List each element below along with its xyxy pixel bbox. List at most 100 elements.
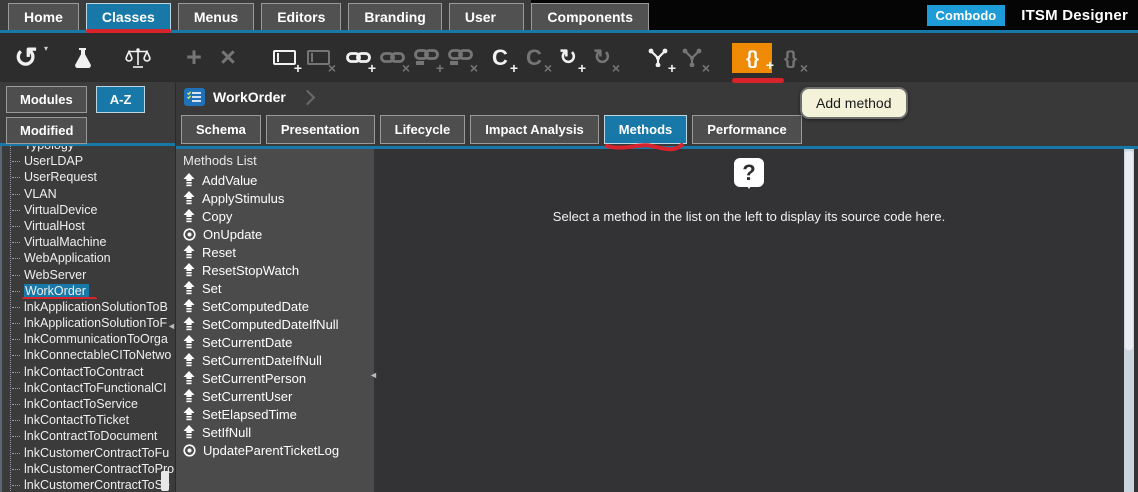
class-item-lnkcustomercontracttopro[interactable]: lnkCustomerContractToPro [12, 461, 175, 477]
class-item-workorder[interactable]: WorkOrder [12, 283, 175, 299]
scrollbar-thumb[interactable] [1125, 151, 1133, 350]
tab-methods[interactable]: Methods [604, 115, 687, 144]
method-item-setifnull[interactable]: SetIfNull [176, 423, 374, 441]
class-item-lnkcontacttoservice[interactable]: lnkContactToService [12, 396, 175, 412]
class-item-lnkconnectablecitonetwo[interactable]: lnkConnectableCIToNetwo [12, 347, 175, 363]
tab-impact-analysis[interactable]: Impact Analysis [470, 115, 599, 144]
nav-tab-branding[interactable]: Branding [348, 3, 441, 30]
sidebar-tab-modules[interactable]: Modules [6, 86, 87, 113]
add-link-button[interactable]: + [342, 40, 374, 76]
collapse-methods-handle[interactable]: ◄ [369, 371, 378, 380]
class-tree: TypologyUserLDAPUserRequestVLANVirtualDe… [10, 146, 175, 492]
toolbar: ↺▾+×+×+×+×C+C×↻+↻×+×{}+{}× [0, 33, 1138, 82]
class-item-lnkcustomercontracttose[interactable]: lnkCustomerContractToSe [12, 477, 175, 492]
nav-tab-editors[interactable]: Editors [261, 3, 341, 30]
method-name: SetComputedDate [202, 299, 309, 314]
sidebar-scrollbar-thumb[interactable] [161, 471, 169, 491]
dropdown-caret-icon[interactable]: ▾ [44, 44, 48, 53]
sidebar-tab-a-z[interactable]: A-Z [96, 86, 146, 113]
class-icon [184, 88, 205, 106]
method-item-setcomputeddate[interactable]: SetComputedDate [176, 297, 374, 315]
add-stimulus-button[interactable]: C+ [484, 40, 516, 76]
tab-lifecycle[interactable]: Lifecycle [380, 115, 466, 144]
add-field-button[interactable]: + [268, 40, 300, 76]
class-item-virtualmachine[interactable]: VirtualMachine [12, 234, 175, 250]
content-area: WorkOrder SchemaPresentationLifecycleImp… [176, 82, 1138, 492]
method-item-reset[interactable]: Reset [176, 243, 374, 261]
method-arrow-icon [183, 299, 195, 313]
method-item-resetstopwatch[interactable]: ResetStopWatch [176, 261, 374, 279]
method-arrow-icon [183, 425, 195, 439]
undo-button[interactable]: ↺▾ [10, 40, 42, 76]
class-item-lnkcontacttocontract[interactable]: lnkContactToContract [12, 364, 175, 380]
class-list[interactable]: TypologyUserLDAPUserRequestVLANVirtualDe… [0, 146, 175, 492]
class-item-typology[interactable]: Typology [12, 146, 175, 153]
method-item-addvalue[interactable]: AddValue [176, 171, 374, 189]
app-title: ITSM Designer [1021, 7, 1128, 24]
selected-class[interactable]: WorkOrder [24, 284, 89, 298]
add-method-button[interactable]: {}+ [732, 43, 772, 73]
class-item-lnkcustomercontracttofu[interactable]: lnkCustomerContractToFu [12, 445, 175, 461]
method-name: SetComputedDateIfNull [202, 317, 339, 332]
empty-state-message: Select a method in the list on the left … [553, 209, 945, 224]
method-item-applystimulus[interactable]: ApplyStimulus [176, 189, 374, 207]
delete-button: × [212, 40, 244, 76]
class-item-webserver[interactable]: WebServer [12, 267, 175, 283]
tab-performance[interactable]: Performance [692, 115, 801, 144]
plus-overlay-icon: + [294, 61, 302, 75]
methods-list-panel: Methods List AddValueApplyStimulusCopyOn… [176, 149, 374, 492]
question-bubble-icon: ? [734, 158, 764, 187]
method-item-setcurrentdateifnull[interactable]: SetCurrentDateIfNull [176, 351, 374, 369]
nav-tab-home[interactable]: Home [8, 3, 79, 30]
plus-overlay-icon: + [510, 61, 518, 75]
method-item-setcurrentdate[interactable]: SetCurrentDate [176, 333, 374, 351]
class-item-lnkapplicationsolutiontob[interactable]: lnkApplicationSolutionToB [12, 299, 175, 315]
x-overlay-icon: × [612, 61, 620, 75]
class-item-vlan[interactable]: VLAN [12, 186, 175, 202]
collapse-sidebar-handle[interactable]: ◄ [167, 322, 176, 331]
methods-list: AddValueApplyStimulus CopyOnUpdateReset Re… [176, 171, 374, 459]
vertical-scrollbar[interactable] [1124, 149, 1134, 492]
tab-schema[interactable]: Schema [181, 115, 261, 144]
class-item-webapplication[interactable]: WebApplication [12, 250, 175, 266]
compare-button[interactable] [122, 40, 154, 76]
method-name: Copy [202, 209, 232, 224]
method-item-copy[interactable]: Copy [176, 207, 374, 225]
class-item-virtualdevice[interactable]: VirtualDevice [12, 202, 175, 218]
class-browser-sidebar: Modules A-Z Modified TypologyUserLDAPUse… [0, 82, 176, 492]
method-item-onupdate[interactable]: OnUpdate [176, 225, 374, 243]
nav-tab-classes[interactable]: Classes [86, 3, 171, 30]
method-name: SetCurrentPerson [202, 371, 306, 386]
class-item-userldap[interactable]: UserLDAP [12, 153, 175, 169]
nav-tab-components[interactable]: Components [531, 3, 649, 30]
field-box-icon [273, 50, 296, 65]
sidebar-tab-modified[interactable]: Modified [6, 117, 87, 144]
class-item-lnkcontacttofunctionalci[interactable]: lnkContactToFunctionalCI [12, 380, 175, 396]
nav-tab-menus[interactable]: Menus [178, 3, 254, 30]
method-name: ResetStopWatch [202, 263, 299, 278]
method-item-setcurrentperson[interactable]: SetCurrentPerson [176, 369, 374, 387]
tab-presentation[interactable]: Presentation [266, 115, 375, 144]
add-transition-button[interactable]: ↻+ [552, 40, 584, 76]
method-item-set[interactable]: Set [176, 279, 374, 297]
class-item-virtualhost[interactable]: VirtualHost [12, 218, 175, 234]
class-item-lnkcontacttoticket[interactable]: lnkContactToTicket [12, 412, 175, 428]
method-item-setelapsedtime[interactable]: SetElapsedTime [176, 405, 374, 423]
combodo-badge[interactable]: Combodo [927, 5, 1006, 26]
method-arrow-icon [183, 209, 195, 223]
nav-tab-user-rights[interactable]: User Rights [449, 3, 525, 30]
method-item-setcurrentuser[interactable]: SetCurrentUser [176, 387, 374, 405]
breadcrumb-class-name[interactable]: WorkOrder [213, 89, 286, 105]
top-nav-tabs: Home Classes Menus Editors Branding User Righ… [0, 0, 531, 30]
method-name: SetElapsedTime [202, 407, 297, 422]
test-button[interactable] [66, 40, 98, 76]
delete-transition-button: ↻× [586, 40, 618, 76]
main-area: Modules A-Z Modified TypologyUserLDAPUse… [0, 82, 1138, 492]
add-relation-button[interactable]: + [642, 40, 674, 76]
class-item-lnkcontracttodocument[interactable]: lnkContractToDocument [12, 428, 175, 444]
class-item-lnkcommunicationtoorga[interactable]: lnkCommunicationToOrga [12, 331, 175, 347]
class-item-userrequest[interactable]: UserRequest [12, 169, 175, 185]
method-item-updateparentticketlog[interactable]: UpdateParentTicketLog [176, 441, 374, 459]
class-item-lnkapplicationsolutiontof[interactable]: lnkApplicationSolutionToF [12, 315, 175, 331]
method-item-setcomputeddateifnull[interactable]: SetComputedDateIfNull [176, 315, 374, 333]
